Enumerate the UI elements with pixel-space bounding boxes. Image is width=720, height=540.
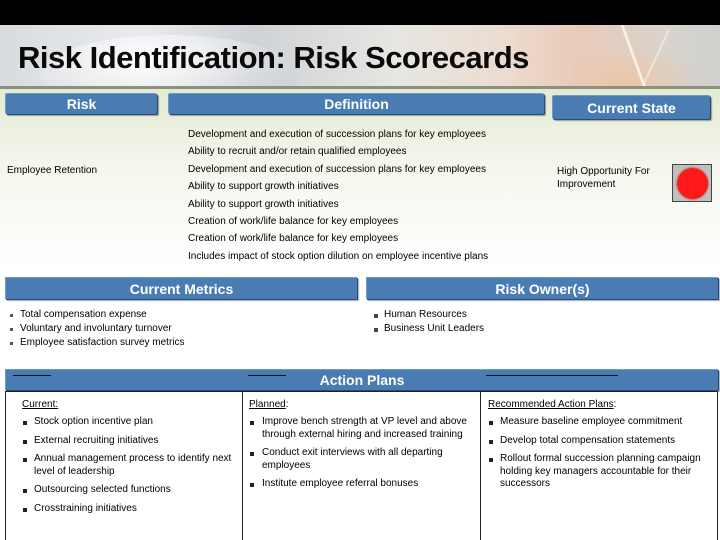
definition-item: Creation of work/life balance for key em… — [188, 233, 399, 245]
recommended-actions-column: Recommended Action Plans: Measure baseli… — [480, 392, 717, 540]
action-item: Crosstraining initiatives — [22, 503, 242, 516]
risk-name: Employee Retention — [7, 165, 98, 176]
status-indicator — [672, 164, 712, 202]
definition-item: Includes impact of stock option dilution… — [188, 250, 489, 262]
action-item: Measure baseline employee commitment — [488, 416, 717, 429]
action-item: Develop total compensation statements — [488, 435, 717, 448]
action-item: Conduct exit interviews with all departi… — [249, 447, 480, 472]
definition-item: Development and execution of succession … — [188, 163, 486, 175]
recommended-actions-label: Recommended Action Plans: — [488, 398, 717, 412]
owners-list: Human Resources Business Unit Leaders — [372, 308, 484, 336]
action-item: External recruiting initiatives — [22, 435, 242, 448]
planned-actions-column: Planned: Improve bench strength at VP le… — [242, 392, 480, 540]
planned-actions-list: Improve bench strength at VP level and a… — [249, 416, 480, 491]
risk-owners-header: Risk Owner(s) — [366, 277, 718, 299]
action-item: Improve bench strength at VP level and a… — [249, 416, 480, 441]
label-colon: : — [285, 399, 289, 410]
definition-item: Ability to support growth initiatives — [188, 181, 339, 193]
definition-item: Creation of work/life balance for key em… — [188, 215, 399, 227]
header-rule — [248, 375, 286, 376]
owner-item: Business Unit Leaders — [372, 322, 484, 336]
page-title: Risk Identification: Risk Scorecards — [18, 40, 529, 75]
recommended-label-text: Recommended Action Plans — [488, 399, 614, 410]
planned-actions-label: Planned: — [249, 398, 480, 412]
metric-item: Total compensation expense — [8, 308, 185, 322]
definition-item: Ability to recruit and/or retain qualifi… — [188, 146, 407, 158]
definition-column-header: Definition — [168, 93, 544, 114]
metric-item: Voluntary and involuntary turnover — [8, 322, 185, 336]
definition-list: Development and execution of succession … — [188, 126, 488, 265]
action-plans-title: Action Plans — [319, 372, 405, 388]
planned-label-text: Planned — [249, 399, 286, 410]
definition-item: Development and execution of succession … — [188, 129, 486, 140]
metric-item: Employee satisfaction survey metrics — [8, 336, 185, 350]
current-actions-column: Current: Stock option incentive plan Ext… — [6, 392, 242, 540]
action-item: Rollout formal succession planning campa… — [488, 453, 717, 491]
action-item: Annual management process to identify ne… — [22, 453, 242, 478]
current-actions-label: Current: — [22, 398, 242, 412]
action-plans-table: Current: Stock option incentive plan Ext… — [5, 391, 718, 540]
current-metrics-header: Current Metrics — [5, 277, 357, 299]
metrics-list: Total compensation expense Voluntary and… — [8, 308, 185, 350]
current-state-text: High Opportunity For Improvement — [557, 166, 650, 190]
red-status-circle-icon — [676, 167, 708, 199]
action-item: Stock option incentive plan — [22, 416, 242, 429]
recommended-actions-list: Measure baseline employee commitment Dev… — [488, 416, 717, 491]
action-plans-header: Action Plans — [5, 369, 718, 390]
label-colon: : — [613, 399, 617, 410]
definition-item: Ability to support growth initiatives — [188, 198, 339, 210]
header-rule — [486, 375, 618, 376]
current-actions-list: Stock option incentive plan External rec… — [22, 416, 242, 515]
header-rule — [13, 375, 51, 376]
action-item: Institute employee referral bonuses — [249, 478, 480, 491]
current-label-text: Current: — [22, 399, 59, 410]
owner-item: Human Resources — [372, 308, 484, 322]
risk-column-header: Risk — [5, 93, 157, 114]
action-item: Outsourcing selected functions — [22, 484, 242, 497]
top-black-bar — [0, 0, 720, 25]
current-state-column-header: Current State — [552, 95, 710, 119]
